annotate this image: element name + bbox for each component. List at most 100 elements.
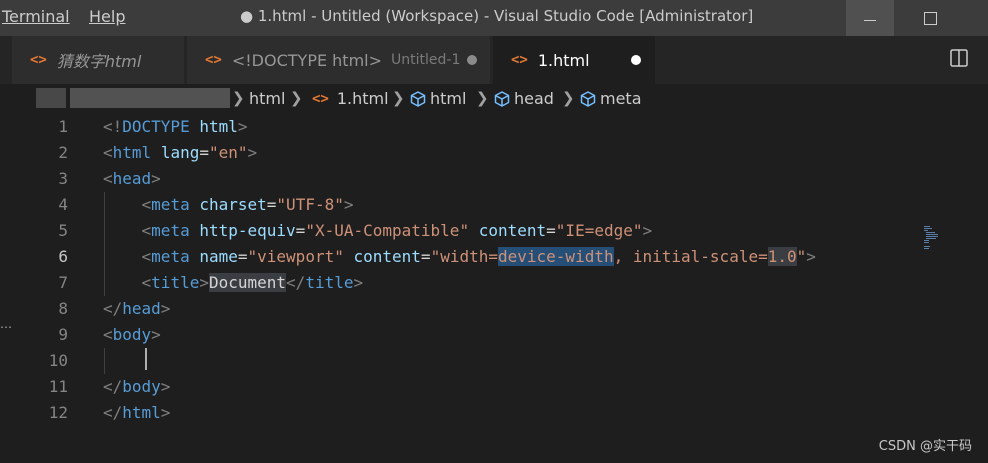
code-line[interactable]: 2 <html lang="en"> bbox=[0, 140, 988, 166]
tab-label: 1.html bbox=[537, 50, 590, 70]
code-text: <title>Document</title> bbox=[103, 270, 363, 296]
line-number: 6 bbox=[58, 247, 68, 266]
activity-bar-overflow-icon[interactable]: ⋯ bbox=[0, 320, 12, 334]
code-token: "X-UA-Compatible" bbox=[305, 221, 470, 240]
code-token: < bbox=[141, 247, 152, 266]
chevron-right-icon: ❯ bbox=[392, 89, 405, 107]
code-text: <meta charset="UTF-8"> bbox=[103, 192, 354, 218]
code-token: meta bbox=[151, 195, 190, 214]
blurred-path-segment bbox=[36, 88, 66, 108]
code-token: 1.0 bbox=[767, 247, 797, 266]
split-editor-icon[interactable] bbox=[950, 49, 968, 67]
code-token: lang bbox=[160, 143, 200, 162]
code-line[interactable]: 10 bbox=[0, 348, 988, 374]
code-token: > bbox=[199, 273, 209, 292]
code-token: content bbox=[478, 221, 547, 240]
code-token: "en" bbox=[208, 143, 248, 162]
code-token: body bbox=[122, 377, 161, 396]
code-text: <!DOCTYPE html> bbox=[103, 114, 248, 140]
code-token: Document bbox=[208, 273, 287, 292]
unsaved-dot-icon[interactable] bbox=[631, 55, 641, 65]
code-token: charset bbox=[199, 195, 267, 214]
code-token: DOCTYPE bbox=[122, 117, 190, 136]
window-title: ● 1.html - Untitled (Workspace) - Visual… bbox=[240, 7, 754, 25]
code-token: </ bbox=[286, 273, 306, 292]
code-token: head bbox=[112, 169, 152, 188]
code-text: <html lang="en"> bbox=[103, 140, 257, 166]
chevron-right-icon: ❯ bbox=[476, 89, 489, 107]
html-file-icon: <> bbox=[205, 52, 222, 68]
line-number: 3 bbox=[58, 169, 68, 188]
tab-guess-number[interactable]: <> 猜数字html bbox=[12, 36, 184, 84]
code-token: = bbox=[237, 247, 248, 266]
code-token: meta bbox=[151, 221, 190, 240]
menu-help[interactable]: Help bbox=[89, 7, 125, 26]
chevron-right-icon: ❯ bbox=[290, 89, 303, 107]
menu-terminal[interactable]: Terminal bbox=[2, 7, 70, 26]
code-line[interactable]: 8 </head> bbox=[0, 296, 988, 322]
minimize-icon bbox=[864, 19, 876, 21]
code-token: content bbox=[353, 247, 421, 266]
code-token: title bbox=[151, 273, 200, 292]
code-line[interactable]: 12 </html> bbox=[0, 400, 988, 426]
breadcrumb-symbol-head[interactable]: head bbox=[493, 89, 554, 108]
code-token: </ bbox=[103, 403, 123, 422]
code-token: > bbox=[160, 377, 171, 396]
maximize-button[interactable] bbox=[906, 0, 954, 36]
menu-terminal-label: Terminal bbox=[2, 7, 70, 26]
menu-help-label: Help bbox=[89, 7, 126, 26]
code-token: title bbox=[305, 273, 354, 292]
code-token: "IE=edge" bbox=[555, 221, 643, 240]
breadcrumb-symbol-html[interactable]: html bbox=[409, 89, 466, 108]
tab-1-html[interactable]: <> 1.html bbox=[493, 36, 655, 84]
breadcrumb-file-1-html[interactable]: <> 1.html bbox=[312, 89, 389, 108]
minimize-button[interactable] bbox=[846, 0, 894, 36]
code-token: > bbox=[343, 195, 354, 214]
unsaved-dot-icon[interactable] bbox=[467, 55, 477, 65]
code-token: > bbox=[160, 299, 171, 318]
code-token: > bbox=[353, 273, 364, 292]
code-line[interactable]: 9 <body> bbox=[0, 322, 988, 348]
code-line[interactable]: 11 </body> bbox=[0, 374, 988, 400]
code-token: < bbox=[103, 169, 113, 188]
code-token: "viewport" bbox=[247, 247, 344, 266]
code-line[interactable]: 5 <meta http-equiv="X-UA-Compatible" con… bbox=[0, 218, 988, 244]
code-token: head bbox=[122, 299, 161, 318]
code-token: html bbox=[122, 403, 161, 422]
code-editor[interactable]: 1 <!DOCTYPE html> 2 <html lang="en"> 3 <head>… bbox=[0, 112, 988, 463]
code-text: <meta name="viewport" content="width=dev… bbox=[103, 244, 816, 270]
symbol-cube-icon bbox=[410, 90, 426, 107]
title-bar: Terminal Help ● 1.html - Untitled (Works… bbox=[0, 0, 988, 36]
code-line[interactable]: 4 <meta charset="UTF-8"> bbox=[0, 192, 988, 218]
breadcrumb-folder-html[interactable]: html bbox=[249, 89, 285, 108]
code-line[interactable]: 3 <head> bbox=[0, 166, 988, 192]
code-text: <meta http-equiv="X-UA-Compatible" conte… bbox=[103, 218, 653, 244]
html-file-icon: <> bbox=[511, 52, 528, 68]
code-token: < bbox=[141, 195, 152, 214]
code-token: html bbox=[112, 143, 152, 162]
text-cursor bbox=[145, 348, 147, 370]
breadcrumb-symbol-meta[interactable]: meta bbox=[579, 89, 642, 108]
code-token: , initial-scale= bbox=[613, 247, 768, 266]
code-token: < bbox=[103, 325, 113, 344]
blurred-path-segment bbox=[70, 88, 230, 108]
code-token: meta bbox=[151, 247, 190, 266]
code-token: = bbox=[266, 195, 277, 214]
tab-untitled-1[interactable]: <> <!DOCTYPE html> Untitled-1 bbox=[187, 36, 490, 84]
minimap[interactable] bbox=[924, 225, 938, 251]
code-token: > bbox=[806, 247, 816, 266]
code-token: <! bbox=[103, 117, 123, 136]
code-line[interactable]: 1 <!DOCTYPE html> bbox=[0, 114, 988, 140]
code-line[interactable]: 6 <meta name="viewport" content="width=d… bbox=[0, 244, 988, 270]
code-token: < bbox=[103, 143, 113, 162]
line-number: 2 bbox=[58, 143, 68, 162]
code-token: body bbox=[112, 325, 152, 344]
code-line[interactable]: 7 <title>Document</title> bbox=[0, 270, 988, 296]
